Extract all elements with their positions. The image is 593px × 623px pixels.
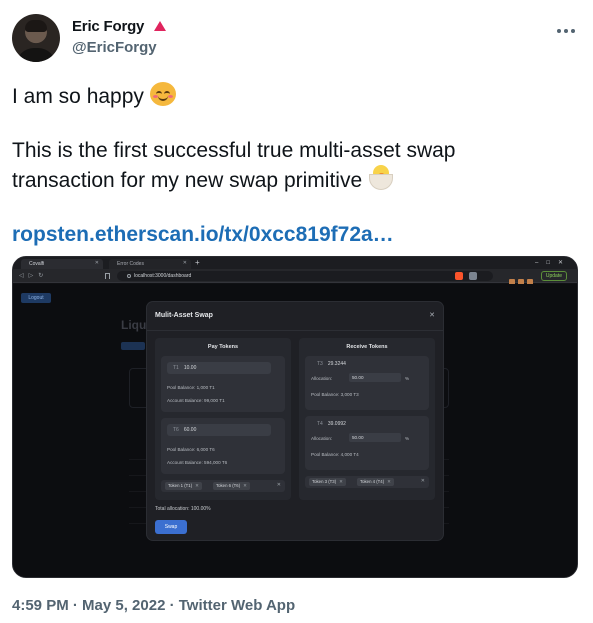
allocation-input[interactable]: 50.00 <box>349 433 401 442</box>
swap-modal: Mulit-Asset Swap ✕ Pay Tokens T1 10.00 Po… <box>147 302 443 540</box>
bookmark-icon[interactable] <box>105 273 110 279</box>
pay-tokens-panel: Pay Tokens T1 10.00 Pool Balance: 1,000 T… <box>155 338 291 500</box>
account-balance: Account Balance: 99,000 T1 <box>167 398 225 403</box>
pay-token-select[interactable]: Token 1 (T1) ✕ Token 6 (T6) ✕ ✕ <box>161 480 285 492</box>
receive-tokens-title: Receive Tokens <box>346 344 388 350</box>
user-info: Eric Forgy @EricForgy <box>72 18 166 56</box>
swap-button[interactable]: Swap <box>155 520 187 534</box>
token-symbol: T6 <box>173 427 179 433</box>
tweet-line-3: transaction for my new swap primitive <box>12 169 363 192</box>
token-amount: 29.3244 <box>327 361 346 367</box>
window-controls-icon[interactable]: –□✕ <box>535 259 571 266</box>
pay-tokens-title: Pay Tokens <box>207 344 239 350</box>
tweet-text: I am so happy This is the first successf… <box>12 82 581 248</box>
receive-token-card: T4 39.0992 Allocation: 50.00 % Pool Balan… <box>305 416 429 470</box>
receive-amount: T3 29.3244 <box>311 358 415 370</box>
modal-title: Mulit-Asset Swap <box>155 312 213 319</box>
token-amount: 60.00 <box>183 427 197 433</box>
remove-chip-icon[interactable]: ✕ <box>339 479 343 484</box>
token-amount: 10.00 <box>183 365 197 371</box>
percent-label: % <box>405 436 410 441</box>
warning-badge-icon <box>153 21 166 31</box>
browser-tab-bar: Covalfi ✕ Error Codes ✕ + –□✕ <box>13 257 577 269</box>
background-page-title: Liqu <box>121 318 147 332</box>
update-button[interactable]: Update <box>540 271 567 281</box>
divider <box>147 330 443 331</box>
token-amount: 39.0992 <box>327 421 346 427</box>
tab-label: Covalfi <box>29 261 45 267</box>
remove-chip-icon[interactable]: ✕ <box>195 483 199 488</box>
browser-tab-second[interactable]: Error Codes ✕ <box>109 259 191 269</box>
brave-shield-icon[interactable] <box>455 272 463 280</box>
nav-buttons-icon[interactable]: ◁▷↻ <box>19 272 48 279</box>
close-tab-icon[interactable]: ✕ <box>95 260 99 266</box>
pool-balance: Pool Balance: 6,000 T6 <box>167 447 215 452</box>
pay-token-card: T6 60.00 Pool Balance: 6,000 T6 Account B… <box>161 418 285 474</box>
tweet-line-2: This is the first successful true multi-… <box>12 139 456 162</box>
receive-token-select[interactable]: Token 3 (T3) ✕ Token 4 (T4) ✕ ✕ <box>305 476 429 488</box>
total-allocation: Total allocation: 100.00% <box>155 506 211 512</box>
token-chip[interactable]: Token 6 (T6) ✕ <box>213 482 250 490</box>
pay-amount-input[interactable]: T1 10.00 <box>167 362 271 374</box>
chip-label: Token 6 (T6) <box>216 483 241 488</box>
token-chip[interactable]: Token 3 (T3) ✕ <box>309 478 346 486</box>
allocation-input[interactable]: 50.00 <box>349 373 401 382</box>
token-chip[interactable]: Token 1 (T1) ✕ <box>165 482 202 490</box>
smiling-face-emoji-icon <box>149 82 176 106</box>
user-handle[interactable]: @EricForgy <box>72 39 166 56</box>
tweet-timestamp[interactable]: 4:59 PM · May 5, 2022 · Twitter Web App <box>12 597 295 614</box>
clear-icon[interactable]: ✕ <box>277 482 281 488</box>
receive-token-card: T3 29.3244 Allocation: 50.00 % Pool Balan… <box>305 356 429 410</box>
token-symbol: T4 <box>317 421 323 427</box>
pool-balance: Pool Balance: 1,000 T1 <box>167 385 215 390</box>
dapp-page: Logout Liqu Mulit-Asset Swap ✕ Pay Token… <box>13 284 577 577</box>
close-icon[interactable]: ✕ <box>429 311 435 319</box>
tab-label: Error Codes <box>117 261 144 267</box>
browser-tab-active[interactable]: Covalfi ✕ <box>21 259 103 269</box>
site-info-icon <box>127 274 131 278</box>
pay-amount-input[interactable]: T6 60.00 <box>167 424 271 436</box>
allocation-label: Allocation: <box>311 376 333 381</box>
display-name[interactable]: Eric Forgy <box>72 18 144 35</box>
allocation-label: Allocation: <box>311 436 333 441</box>
account-balance: Account Balance: 594,000 T6 <box>167 460 228 465</box>
remove-chip-icon[interactable]: ✕ <box>243 483 247 488</box>
token-chip[interactable]: Token 4 (T4) ✕ <box>357 478 394 486</box>
chip-label: Token 3 (T3) <box>312 479 337 484</box>
receive-tokens-panel: Receive Tokens T3 29.3244 Allocation: 50.… <box>299 338 435 500</box>
more-options-icon[interactable] <box>555 22 577 40</box>
tweet-header: Eric Forgy @EricForgy <box>12 12 581 64</box>
rewards-icon[interactable] <box>469 272 477 280</box>
remove-chip-icon[interactable]: ✕ <box>387 479 391 484</box>
attached-screenshot[interactable]: Covalfi ✕ Error Codes ✕ + –□✕ ◁▷↻ localhos… <box>12 256 578 578</box>
chip-label: Token 1 (T1) <box>168 483 193 488</box>
avatar[interactable] <box>12 14 60 62</box>
extensions-icons[interactable] <box>509 272 539 285</box>
address-bar: ◁▷↻ localhost:3000/dashboard Update <box>13 269 577 285</box>
new-tab-icon[interactable]: + <box>195 258 200 267</box>
pool-balance: Pool Balance: 4,000 T4 <box>311 452 359 457</box>
url-field[interactable]: localhost:3000/dashboard <box>117 271 493 281</box>
token-symbol: T1 <box>173 365 179 371</box>
tweet-line-1: I am so happy <box>12 85 144 108</box>
tweet-link[interactable]: ropsten.etherscan.io/tx/0xcc819f72a… <box>12 223 394 246</box>
chip-label: Token 4 (T4) <box>360 479 385 484</box>
hatching-chick-emoji-icon <box>368 164 394 190</box>
pool-balance: Pool Balance: 3,000 T3 <box>311 392 359 397</box>
token-symbol: T3 <box>317 361 323 367</box>
logout-button[interactable]: Logout <box>21 293 51 303</box>
pay-token-card: T1 10.00 Pool Balance: 1,000 T1 Account B… <box>161 356 285 412</box>
clear-icon[interactable]: ✕ <box>421 478 425 484</box>
url-text: localhost:3000/dashboard <box>134 273 192 279</box>
background-button <box>121 342 145 350</box>
close-tab-icon[interactable]: ✕ <box>183 260 187 266</box>
receive-amount: T4 39.0992 <box>311 418 415 430</box>
percent-label: % <box>405 376 410 381</box>
